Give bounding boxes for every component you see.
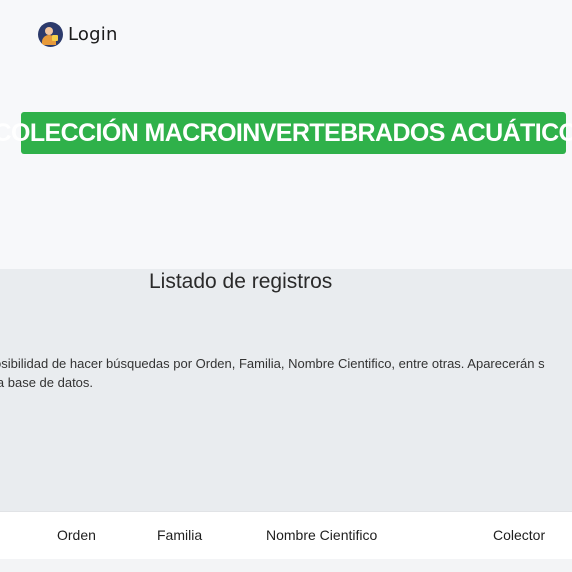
login-label: Login bbox=[68, 24, 118, 45]
banner-title: COLECCIÓN MACROINVERTEBRADOS ACUÁTICOS bbox=[0, 118, 572, 147]
column-header-orden[interactable]: Orden bbox=[57, 527, 96, 543]
collection-banner: COLECCIÓN MACROINVERTEBRADOS ACUÁTICOS bbox=[0, 112, 572, 154]
description-line-2: la base de datos. bbox=[0, 375, 94, 390]
description-line-1: osibilidad de hacer búsquedas por Orden,… bbox=[0, 356, 545, 371]
column-header-colector[interactable]: Colector bbox=[493, 527, 545, 543]
column-header-familia[interactable]: Familia bbox=[157, 527, 202, 543]
table-body-edge bbox=[0, 559, 572, 572]
listing-title: Listado de registros bbox=[149, 270, 333, 293]
user-lock-icon bbox=[38, 22, 63, 47]
login-link[interactable]: Login bbox=[38, 22, 118, 47]
table-header: Orden Familia Nombre Cientifico Colector bbox=[0, 511, 572, 560]
listing-description: osibilidad de hacer búsquedas por Orden,… bbox=[0, 354, 572, 392]
column-header-nombre-cientifico[interactable]: Nombre Cientifico bbox=[266, 527, 377, 543]
